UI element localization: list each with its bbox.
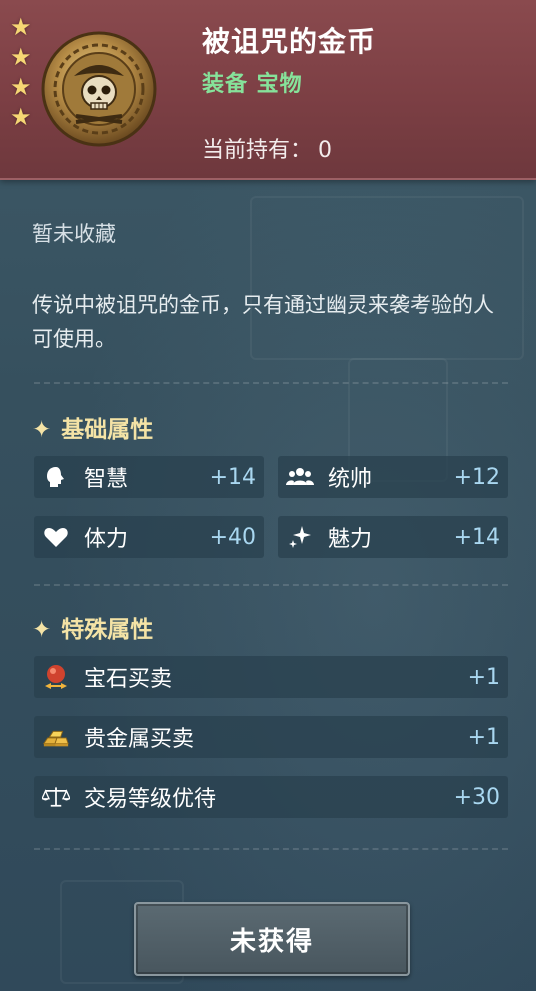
item-detail-panel: ★ ★ ★ ★ 被诅咒的金币 装备 宝物 当前持有： 0 暂未收藏 传说中被诅咒… [0, 0, 536, 991]
stat-value: +12 [453, 464, 500, 490]
stat-row: 魅力 +14 [278, 516, 508, 558]
special-attributes-title: ✦ 特殊属性 [32, 610, 153, 644]
star-icon: ★ [10, 103, 32, 131]
scales-icon [42, 783, 70, 811]
stat-row: 智慧 +14 [34, 456, 264, 498]
item-description: 传说中被诅咒的金币，只有通过幽灵来袭考验的人可使用。 [32, 293, 494, 351]
stat-row: 贵金属买卖 +1 [34, 716, 508, 758]
stat-value: +1 [467, 724, 500, 750]
owned-count-row: 当前持有： 0 [202, 132, 332, 164]
stat-row: 宝石买卖 +1 [34, 656, 508, 698]
collection-status: 暂未收藏 [32, 222, 116, 246]
stat-value: +1 [467, 664, 500, 690]
stat-row: 体力 +40 [34, 516, 264, 558]
star-icon: ★ [10, 73, 32, 101]
people-icon [286, 463, 314, 491]
head-icon [42, 463, 70, 491]
owned-label: 当前持有： [202, 138, 313, 163]
stat-name: 宝石买卖 [84, 667, 173, 692]
basic-attributes-title: ✦ 基础属性 [32, 410, 153, 444]
section-title-text: 基础属性 [61, 417, 154, 443]
gem-trade-icon [42, 663, 70, 691]
stat-value: +14 [209, 464, 256, 490]
stat-row: 交易等级优待 +30 [34, 776, 508, 818]
owned-count: 0 [318, 138, 333, 163]
gold-bars-icon [42, 723, 70, 751]
stat-name: 体力 [84, 527, 129, 552]
heart-icon [42, 523, 70, 551]
stat-row: 统帅 +12 [278, 456, 508, 498]
cursed-coin-icon [41, 31, 157, 147]
item-header: ★ ★ ★ ★ 被诅咒的金币 装备 宝物 当前持有： 0 [0, 0, 536, 180]
star-icon: ★ [10, 13, 32, 41]
divider [34, 584, 508, 586]
stat-name: 统帅 [328, 467, 373, 492]
item-name: 被诅咒的金币 [202, 25, 377, 58]
sparkle-icon: ✦ [32, 417, 52, 443]
stat-value: +40 [209, 524, 256, 550]
stat-value: +30 [453, 784, 500, 810]
sparkle-icon [286, 523, 314, 551]
divider [34, 848, 508, 850]
sparkle-icon: ✦ [32, 617, 52, 643]
stat-name: 智慧 [84, 467, 129, 492]
divider [34, 382, 508, 384]
stat-name: 魅力 [328, 527, 373, 552]
not-obtained-button[interactable]: 未获得 [134, 902, 410, 976]
item-category: 装备 宝物 [202, 72, 303, 97]
rarity-stars: ★ ★ ★ ★ [10, 12, 36, 132]
stat-value: +14 [453, 524, 500, 550]
star-icon: ★ [10, 43, 32, 71]
stat-name: 贵金属买卖 [84, 727, 195, 752]
stat-name: 交易等级优待 [84, 787, 217, 812]
section-title-text: 特殊属性 [61, 617, 154, 643]
